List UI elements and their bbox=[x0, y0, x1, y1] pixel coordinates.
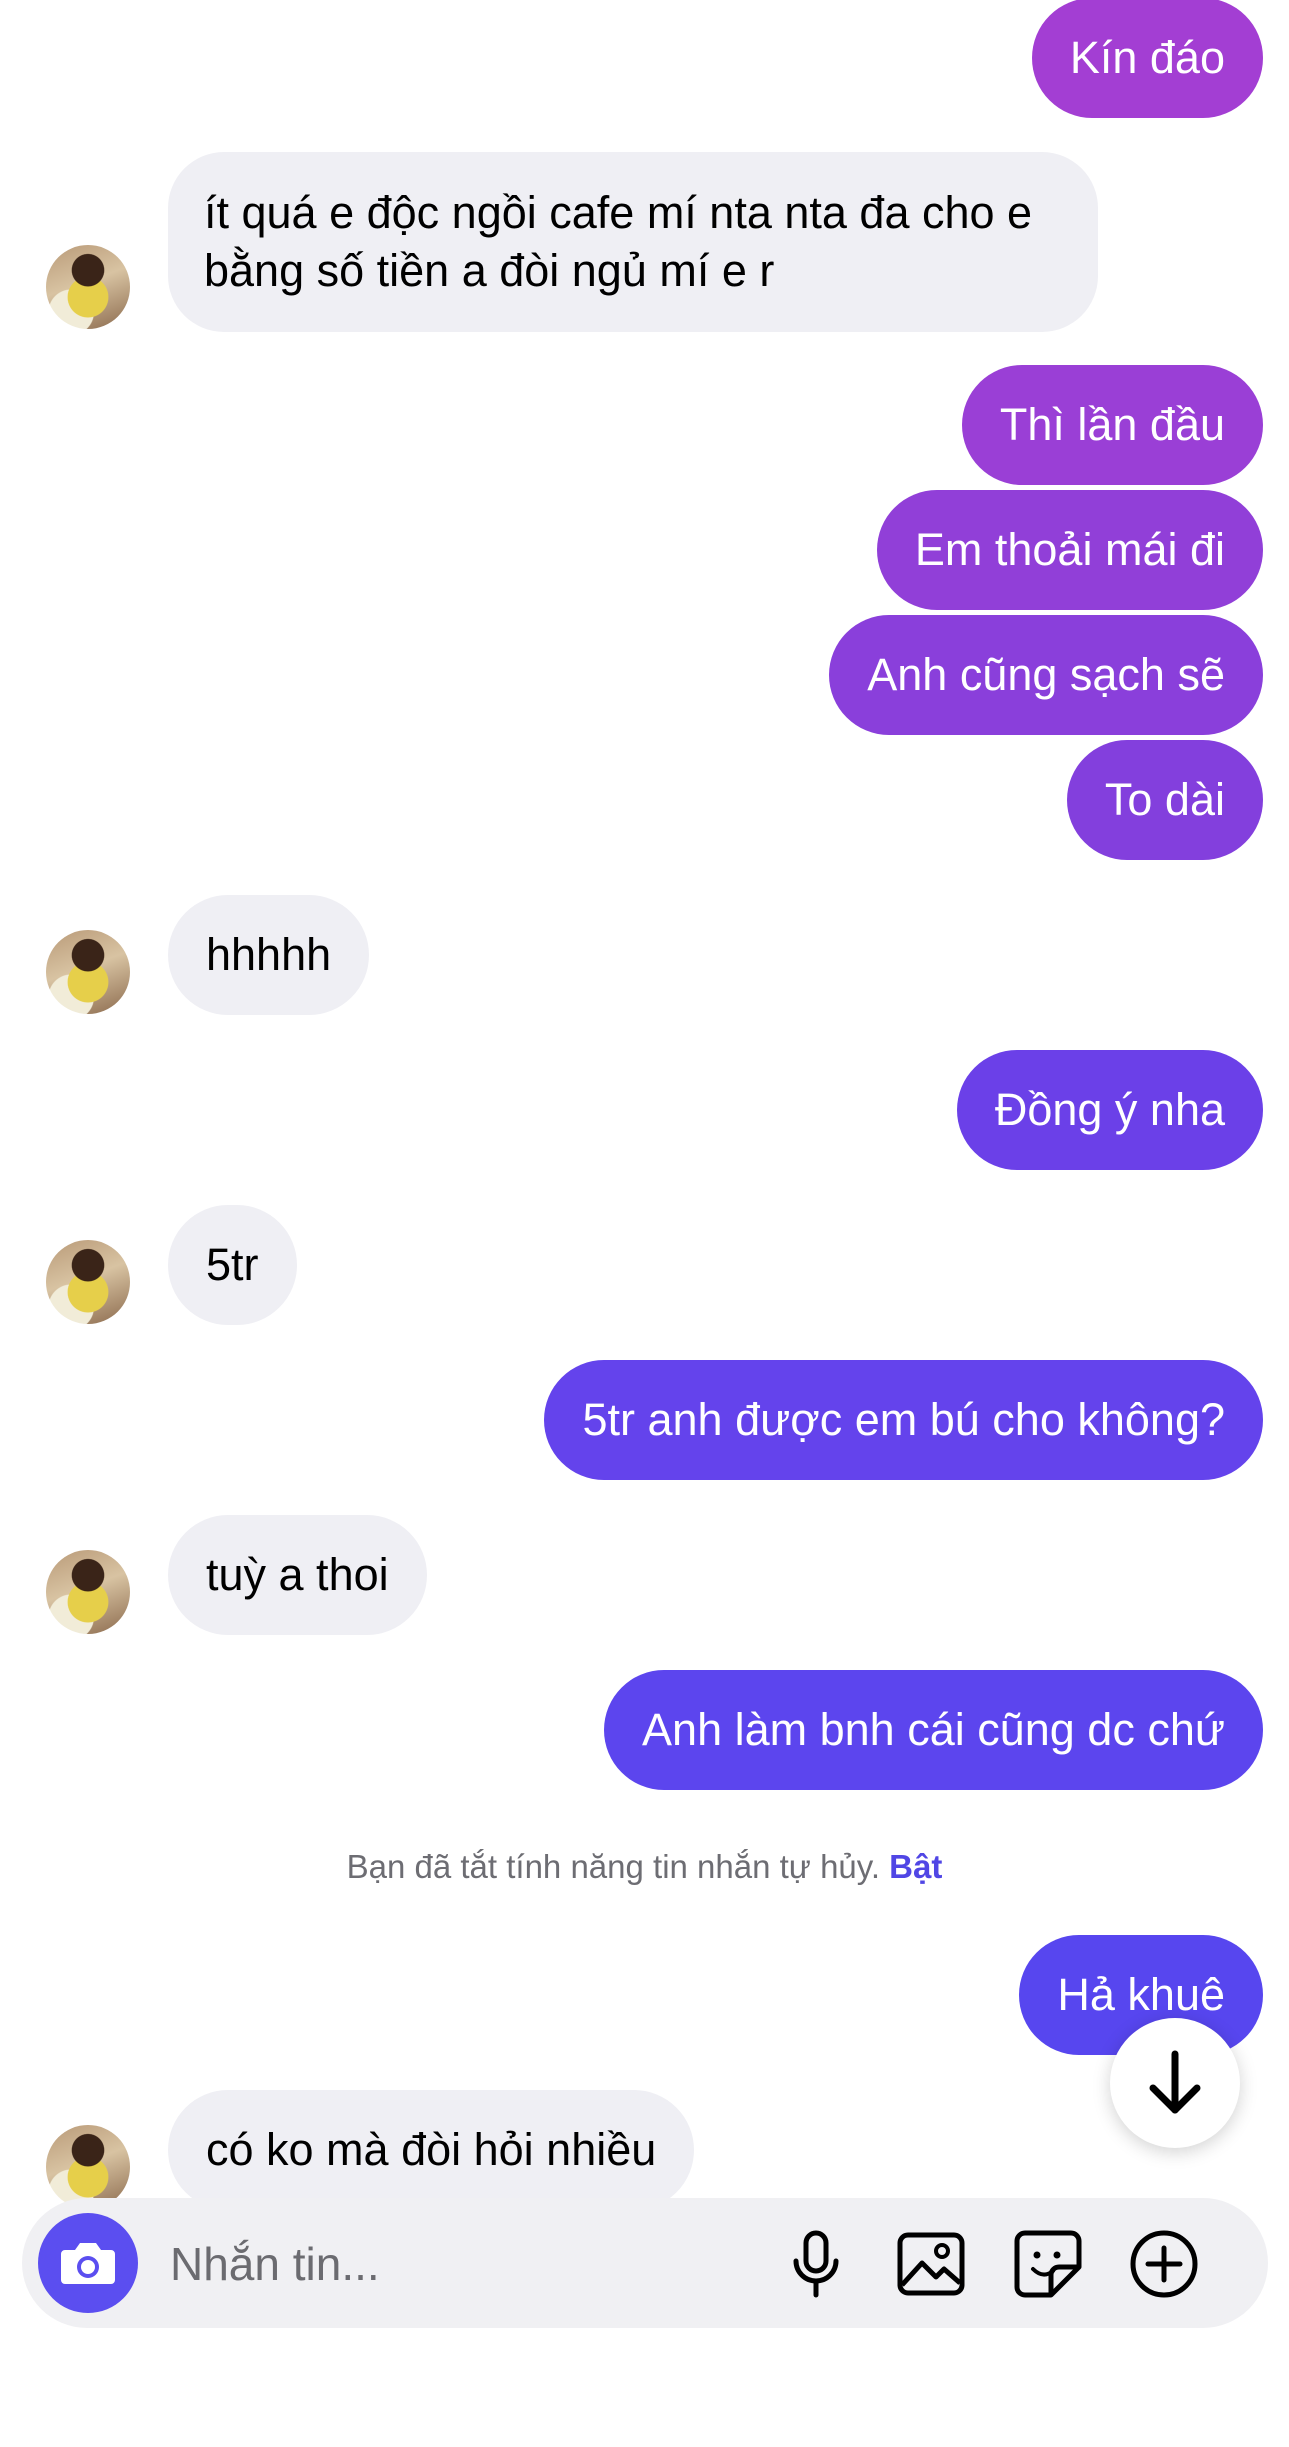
chat-thread: Kín đáo ít quá e độc ngồi cafe mí nta nt… bbox=[0, 0, 1289, 2447]
message-bubble-outgoing[interactable]: Anh cũng sạch sẽ bbox=[829, 615, 1263, 735]
message-bubble-outgoing[interactable]: Anh làm bnh cái cũng dc chứ bbox=[604, 1670, 1263, 1790]
more-button[interactable] bbox=[1128, 2228, 1200, 2300]
camera-icon bbox=[61, 2243, 115, 2284]
message-bubble-outgoing[interactable]: Kín đáo bbox=[1031, 0, 1263, 118]
message-composer bbox=[22, 2198, 1268, 2328]
enable-link[interactable]: Bật bbox=[889, 1848, 942, 1885]
avatar[interactable] bbox=[46, 2125, 130, 2209]
camera-button[interactable] bbox=[38, 2213, 138, 2313]
message-bubble-incoming[interactable]: có ko mà đòi hỏi nhiều bbox=[168, 2090, 695, 2210]
disappearing-messages-notice: Bạn đã tắt tính năng tin nhắn tự hủy. Bậ… bbox=[0, 1848, 1289, 1886]
message-bubble-outgoing[interactable]: Em thoải mái đi bbox=[876, 490, 1263, 610]
message-bubble-outgoing[interactable]: Đồng ý nha bbox=[956, 1050, 1263, 1170]
image-icon bbox=[897, 2232, 965, 2296]
gallery-button[interactable] bbox=[895, 2228, 967, 2300]
avatar[interactable] bbox=[46, 1240, 130, 1324]
microphone-button[interactable] bbox=[780, 2228, 852, 2300]
microphone-icon bbox=[793, 2230, 839, 2298]
avatar[interactable] bbox=[46, 245, 130, 329]
sticker-icon bbox=[1014, 2230, 1082, 2298]
arrow-down-icon bbox=[1149, 2050, 1201, 2114]
message-bubble-incoming[interactable]: 5tr bbox=[168, 1205, 297, 1325]
message-bubble-incoming[interactable]: ít quá e độc ngồi cafe mí nta nta đa cho… bbox=[168, 152, 1098, 332]
notice-text: Bạn đã tắt tính năng tin nhắn tự hủy. bbox=[346, 1848, 880, 1885]
plus-icon bbox=[1130, 2230, 1198, 2298]
avatar[interactable] bbox=[46, 930, 130, 1014]
message-bubble-outgoing[interactable]: Thì lần đầu bbox=[961, 365, 1263, 485]
avatar[interactable] bbox=[46, 1550, 130, 1634]
message-input[interactable] bbox=[168, 2228, 772, 2300]
message-bubble-incoming[interactable]: hhhhh bbox=[168, 895, 370, 1015]
sticker-button[interactable] bbox=[1012, 2228, 1084, 2300]
message-bubble-outgoing[interactable]: 5tr anh được em bú cho không? bbox=[544, 1360, 1263, 1480]
scroll-to-bottom-button[interactable] bbox=[1110, 2018, 1240, 2148]
message-bubble-incoming[interactable]: tuỳ a thoi bbox=[168, 1515, 427, 1635]
message-bubble-outgoing[interactable]: To dài bbox=[1066, 740, 1263, 860]
